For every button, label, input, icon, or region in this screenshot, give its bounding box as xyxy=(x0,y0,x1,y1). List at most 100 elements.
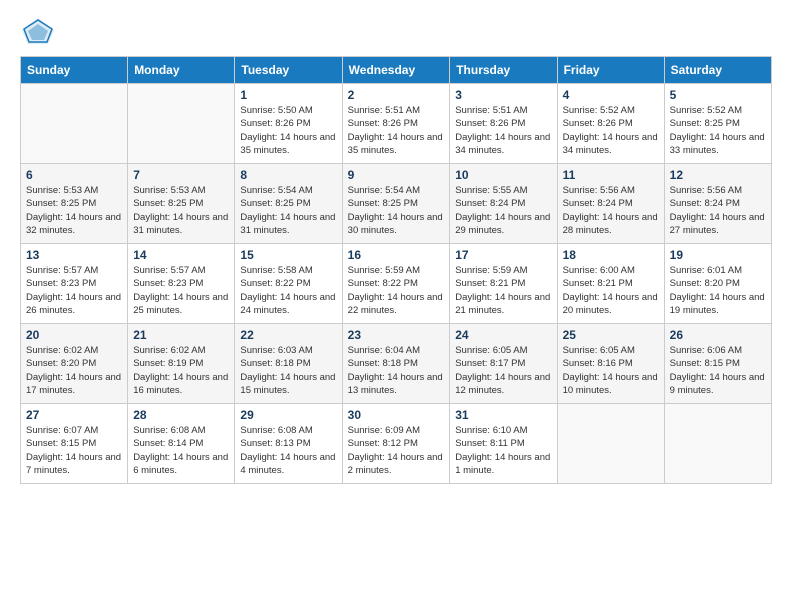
day-info: Sunrise: 5:59 AM Sunset: 8:21 PM Dayligh… xyxy=(455,264,551,317)
header-cell-tuesday: Tuesday xyxy=(235,57,342,84)
day-info: Sunrise: 6:07 AM Sunset: 8:15 PM Dayligh… xyxy=(26,424,122,477)
day-info: Sunrise: 5:56 AM Sunset: 8:24 PM Dayligh… xyxy=(670,184,766,237)
header-cell-sunday: Sunday xyxy=(21,57,128,84)
day-cell: 7 Sunrise: 5:53 AM Sunset: 8:25 PM Daylig… xyxy=(128,164,235,244)
day-info: Sunrise: 6:02 AM Sunset: 8:20 PM Dayligh… xyxy=(26,344,122,397)
day-cell: 6Sunrise: 5:53 AM Sunset: 8:25 PM Daylig… xyxy=(21,164,128,244)
day-info: Sunrise: 6:10 AM Sunset: 8:11 PM Dayligh… xyxy=(455,424,551,477)
day-info: Sunrise: 5:57 AM Sunset: 8:23 PM Dayligh… xyxy=(133,264,229,317)
day-cell: 31 Sunrise: 6:10 AM Sunset: 8:11 PM Dayli… xyxy=(450,404,557,484)
week-row-2: 6Sunrise: 5:53 AM Sunset: 8:25 PM Daylig… xyxy=(21,164,772,244)
day-cell xyxy=(557,404,664,484)
day-number: 9 xyxy=(348,168,445,182)
calendar-table: SundayMondayTuesdayWednesdayThursdayFrid… xyxy=(20,56,772,484)
header-cell-saturday: Saturday xyxy=(664,57,771,84)
day-cell: 16Sunrise: 5:59 AM Sunset: 8:22 PM Dayli… xyxy=(342,244,450,324)
day-number: 14 xyxy=(133,248,229,262)
day-cell: 14 Sunrise: 5:57 AM Sunset: 8:23 PM Dayli… xyxy=(128,244,235,324)
day-info: Sunrise: 5:54 AM Sunset: 8:25 PM Dayligh… xyxy=(348,184,445,237)
day-info: Sunrise: 5:53 AM Sunset: 8:25 PM Dayligh… xyxy=(133,184,229,237)
day-number: 5 xyxy=(670,88,766,102)
day-cell xyxy=(128,84,235,164)
logo xyxy=(20,16,60,46)
logo-icon xyxy=(20,16,56,46)
day-number: 13 xyxy=(26,248,122,262)
day-info: Sunrise: 6:04 AM Sunset: 8:18 PM Dayligh… xyxy=(348,344,445,397)
day-number: 28 xyxy=(133,408,229,422)
day-cell: 22 Sunrise: 6:03 AM Sunset: 8:18 PM Dayli… xyxy=(235,324,342,404)
day-number: 23 xyxy=(348,328,445,342)
header-cell-thursday: Thursday xyxy=(450,57,557,84)
day-info: Sunrise: 6:05 AM Sunset: 8:16 PM Dayligh… xyxy=(563,344,659,397)
day-number: 12 xyxy=(670,168,766,182)
day-info: Sunrise: 6:06 AM Sunset: 8:15 PM Dayligh… xyxy=(670,344,766,397)
day-cell xyxy=(664,404,771,484)
day-number: 18 xyxy=(563,248,659,262)
day-cell: 15Sunrise: 5:58 AM Sunset: 8:22 PM Dayli… xyxy=(235,244,342,324)
day-number: 10 xyxy=(455,168,551,182)
week-row-4: 20 Sunrise: 6:02 AM Sunset: 8:20 PM Dayli… xyxy=(21,324,772,404)
header-row: SundayMondayTuesdayWednesdayThursdayFrid… xyxy=(21,57,772,84)
day-cell: 4Sunrise: 5:52 AM Sunset: 8:26 PM Daylig… xyxy=(557,84,664,164)
day-info: Sunrise: 5:51 AM Sunset: 8:26 PM Dayligh… xyxy=(348,104,445,157)
day-number: 7 xyxy=(133,168,229,182)
day-cell: 29Sunrise: 6:08 AM Sunset: 8:13 PM Dayli… xyxy=(235,404,342,484)
day-cell: 30Sunrise: 6:09 AM Sunset: 8:12 PM Dayli… xyxy=(342,404,450,484)
day-number: 26 xyxy=(670,328,766,342)
day-info: Sunrise: 5:59 AM Sunset: 8:22 PM Dayligh… xyxy=(348,264,445,317)
day-cell: 21 Sunrise: 6:02 AM Sunset: 8:19 PM Dayli… xyxy=(128,324,235,404)
day-cell: 27 Sunrise: 6:07 AM Sunset: 8:15 PM Dayli… xyxy=(21,404,128,484)
day-info: Sunrise: 5:52 AM Sunset: 8:25 PM Dayligh… xyxy=(670,104,766,157)
day-info: Sunrise: 5:53 AM Sunset: 8:25 PM Dayligh… xyxy=(26,184,122,237)
day-info: Sunrise: 5:51 AM Sunset: 8:26 PM Dayligh… xyxy=(455,104,551,157)
day-info: Sunrise: 6:03 AM Sunset: 8:18 PM Dayligh… xyxy=(240,344,336,397)
page-header xyxy=(20,16,772,46)
day-cell: 13 Sunrise: 5:57 AM Sunset: 8:23 PM Dayli… xyxy=(21,244,128,324)
day-number: 19 xyxy=(670,248,766,262)
day-cell: 23 Sunrise: 6:04 AM Sunset: 8:18 PM Dayli… xyxy=(342,324,450,404)
day-cell: 10 Sunrise: 5:55 AM Sunset: 8:24 PM Dayli… xyxy=(450,164,557,244)
week-row-3: 13 Sunrise: 5:57 AM Sunset: 8:23 PM Dayli… xyxy=(21,244,772,324)
day-info: Sunrise: 5:55 AM Sunset: 8:24 PM Dayligh… xyxy=(455,184,551,237)
day-info: Sunrise: 5:56 AM Sunset: 8:24 PM Dayligh… xyxy=(563,184,659,237)
day-number: 17 xyxy=(455,248,551,262)
day-cell: 26 Sunrise: 6:06 AM Sunset: 8:15 PM Dayli… xyxy=(664,324,771,404)
day-cell: 19 Sunrise: 6:01 AM Sunset: 8:20 PM Dayli… xyxy=(664,244,771,324)
day-cell: 12 Sunrise: 5:56 AM Sunset: 8:24 PM Dayli… xyxy=(664,164,771,244)
day-info: Sunrise: 5:54 AM Sunset: 8:25 PM Dayligh… xyxy=(240,184,336,237)
day-number: 8 xyxy=(240,168,336,182)
day-number: 3 xyxy=(455,88,551,102)
day-cell: 8 Sunrise: 5:54 AM Sunset: 8:25 PM Daylig… xyxy=(235,164,342,244)
day-number: 11 xyxy=(563,168,659,182)
header-cell-monday: Monday xyxy=(128,57,235,84)
day-cell: 3 Sunrise: 5:51 AM Sunset: 8:26 PM Daylig… xyxy=(450,84,557,164)
day-number: 21 xyxy=(133,328,229,342)
day-number: 15 xyxy=(240,248,336,262)
day-info: Sunrise: 6:08 AM Sunset: 8:14 PM Dayligh… xyxy=(133,424,229,477)
day-cell xyxy=(21,84,128,164)
day-number: 20 xyxy=(26,328,122,342)
day-cell: 25Sunrise: 6:05 AM Sunset: 8:16 PM Dayli… xyxy=(557,324,664,404)
day-info: Sunrise: 6:05 AM Sunset: 8:17 PM Dayligh… xyxy=(455,344,551,397)
day-number: 24 xyxy=(455,328,551,342)
day-number: 22 xyxy=(240,328,336,342)
day-cell: 18 Sunrise: 6:00 AM Sunset: 8:21 PM Dayli… xyxy=(557,244,664,324)
day-number: 2 xyxy=(348,88,445,102)
day-info: Sunrise: 5:50 AM Sunset: 8:26 PM Dayligh… xyxy=(240,104,336,157)
day-number: 31 xyxy=(455,408,551,422)
day-cell: 9 Sunrise: 5:54 AM Sunset: 8:25 PM Daylig… xyxy=(342,164,450,244)
day-number: 27 xyxy=(26,408,122,422)
day-cell: 5 Sunrise: 5:52 AM Sunset: 8:25 PM Daylig… xyxy=(664,84,771,164)
day-info: Sunrise: 5:57 AM Sunset: 8:23 PM Dayligh… xyxy=(26,264,122,317)
day-cell: 17 Sunrise: 5:59 AM Sunset: 8:21 PM Dayli… xyxy=(450,244,557,324)
day-number: 4 xyxy=(563,88,659,102)
day-number: 1 xyxy=(240,88,336,102)
day-number: 29 xyxy=(240,408,336,422)
header-cell-friday: Friday xyxy=(557,57,664,84)
day-cell: 11 Sunrise: 5:56 AM Sunset: 8:24 PM Dayli… xyxy=(557,164,664,244)
day-info: Sunrise: 6:02 AM Sunset: 8:19 PM Dayligh… xyxy=(133,344,229,397)
day-info: Sunrise: 6:09 AM Sunset: 8:12 PM Dayligh… xyxy=(348,424,445,477)
day-info: Sunrise: 6:01 AM Sunset: 8:20 PM Dayligh… xyxy=(670,264,766,317)
day-cell: 24 Sunrise: 6:05 AM Sunset: 8:17 PM Dayli… xyxy=(450,324,557,404)
day-info: Sunrise: 6:00 AM Sunset: 8:21 PM Dayligh… xyxy=(563,264,659,317)
